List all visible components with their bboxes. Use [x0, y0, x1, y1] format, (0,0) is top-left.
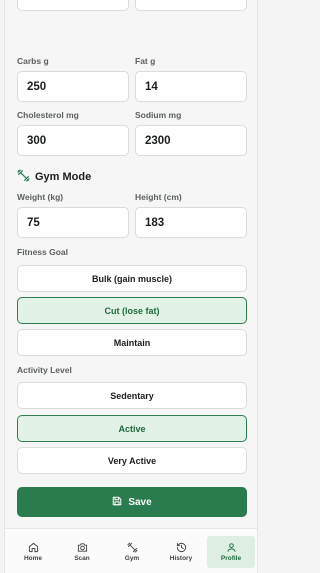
camera-icon	[77, 543, 87, 552]
nav-profile-label: Profile	[220, 555, 242, 562]
sodium-label: Sodium mg	[135, 110, 182, 120]
fat-input[interactable]: 14	[135, 71, 247, 102]
nav-profile[interactable]: Profile	[207, 536, 255, 568]
fitness-goal-label: Fitness Goal	[17, 247, 69, 257]
gym-mode-title: Gym Mode	[35, 171, 92, 183]
bottom-navigation: Home Scan Gym History Profile	[5, 528, 257, 573]
weight-label: Weight (kg)	[17, 192, 64, 202]
history-icon	[176, 542, 186, 553]
nav-gym-label: Gym	[124, 555, 140, 562]
nav-history-label: History	[169, 555, 193, 562]
nav-gym[interactable]: Gym	[108, 536, 156, 568]
partial-input-left[interactable]	[17, 0, 129, 11]
dumbbell-nav-icon	[126, 542, 138, 553]
nav-scan[interactable]: Scan	[58, 536, 106, 568]
fat-label: Fat g	[135, 56, 156, 66]
save-button[interactable]: Save	[17, 487, 247, 517]
nav-home-label: Home	[23, 555, 43, 562]
dumbbell-icon	[17, 169, 30, 185]
sodium-input[interactable]: 2300	[135, 125, 247, 156]
cholesterol-label: Cholesterol mg	[17, 110, 79, 120]
save-button-label: Save	[128, 496, 152, 508]
activity-option-sedentary[interactable]: Sedentary	[17, 382, 247, 409]
home-icon	[28, 542, 38, 553]
gym-mode-heading: Gym Mode	[17, 169, 91, 185]
height-label: Height (cm)	[135, 192, 182, 202]
activity-option-very-active[interactable]: Very Active	[17, 447, 247, 474]
cholesterol-input[interactable]: 300	[17, 125, 129, 156]
nav-home[interactable]: Home	[9, 536, 57, 568]
save-icon	[112, 496, 122, 509]
goal-option-cut[interactable]: Cut (lose fat)	[17, 297, 247, 324]
partial-input-right[interactable]	[135, 0, 247, 11]
weight-input[interactable]: 75	[17, 207, 129, 238]
app-frame: Carbs g 250 Fat g 14 Cholesterol mg 300 …	[4, 0, 258, 573]
carbs-label: Carbs g	[17, 56, 49, 66]
profile-scroll-area[interactable]: Carbs g 250 Fat g 14 Cholesterol mg 300 …	[5, 0, 257, 528]
activity-level-label: Activity Level	[17, 365, 72, 375]
goal-option-bulk[interactable]: Bulk (gain muscle)	[17, 265, 247, 292]
activity-option-active[interactable]: Active	[17, 415, 247, 442]
nav-scan-label: Scan	[74, 555, 90, 562]
goal-option-maintain[interactable]: Maintain	[17, 329, 247, 356]
height-input[interactable]: 183	[135, 207, 247, 238]
carbs-input[interactable]: 250	[17, 71, 129, 102]
user-icon	[226, 543, 236, 552]
nav-history[interactable]: History	[157, 536, 205, 568]
